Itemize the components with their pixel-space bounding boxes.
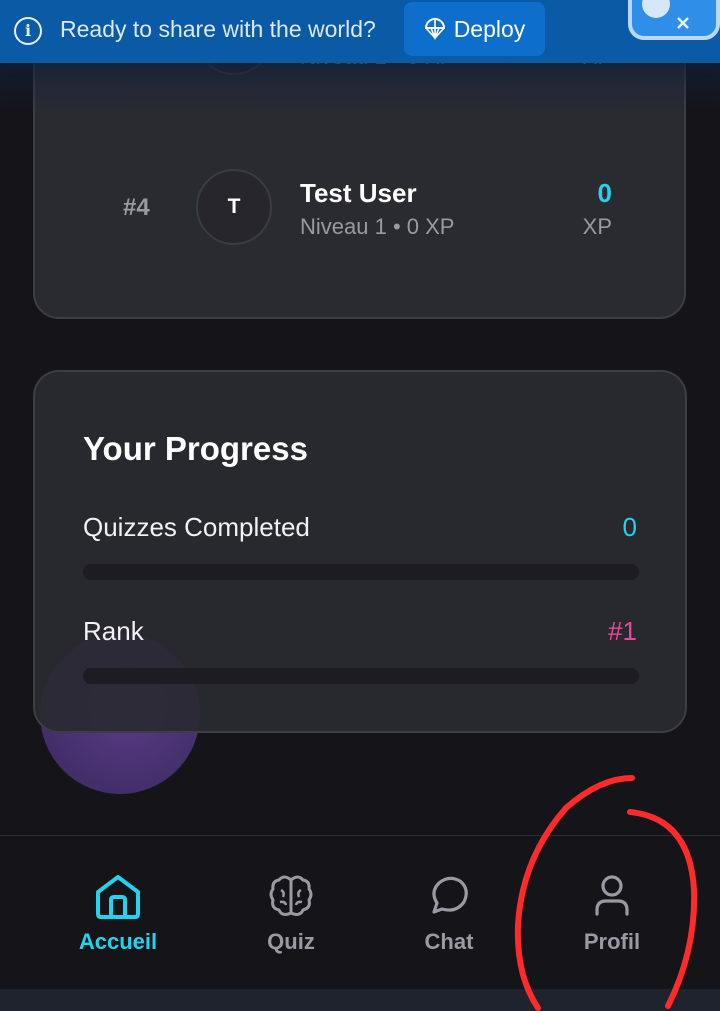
user-icon bbox=[595, 875, 629, 916]
deploy-label: Deploy bbox=[453, 15, 526, 42]
system-navigation-bar bbox=[0, 989, 720, 1011]
progress-card: Your Progress Quizzes Completed 0 Rank #… bbox=[33, 370, 687, 733]
bottom-navigation: Accueil Quiz Chat Profil bbox=[0, 835, 720, 990]
chat-bubble-icon bbox=[432, 876, 468, 914]
nav-item-accueil[interactable]: Accueil bbox=[48, 836, 188, 990]
progress-title: Your Progress bbox=[83, 430, 308, 467]
quizzes-progress-bar bbox=[83, 564, 639, 580]
xp-label: XP bbox=[582, 214, 612, 239]
rank-value: #1 bbox=[608, 616, 637, 646]
deploy-button[interactable]: Deploy bbox=[404, 2, 545, 56]
nav-item-profil[interactable]: Profil bbox=[542, 836, 682, 990]
xp-value: 0 bbox=[597, 178, 612, 208]
nav-item-quiz[interactable]: Quiz bbox=[221, 836, 361, 990]
home-icon bbox=[96, 875, 140, 919]
parachute-icon bbox=[424, 18, 445, 41]
rank-label: Rank bbox=[83, 616, 144, 646]
rank-number: #4 bbox=[123, 194, 150, 221]
nav-label: Profil bbox=[583, 929, 641, 954]
avatar: T bbox=[196, 169, 272, 245]
banner-message: Ready to share with the world? bbox=[60, 16, 376, 42]
nav-label: Chat bbox=[424, 929, 474, 954]
rank-progress-bar bbox=[83, 668, 639, 684]
leaderboard-row[interactable]: #4 T Test User Niveau 1 • 0 XP 0 XP bbox=[35, 168, 684, 248]
nav-item-chat[interactable]: Chat bbox=[379, 836, 519, 990]
user-name: Test User bbox=[300, 178, 417, 208]
quizzes-completed-value: 0 bbox=[622, 512, 637, 542]
user-level: Niveau 1 • 0 XP bbox=[300, 214, 455, 239]
nav-label: Quiz bbox=[267, 929, 315, 954]
quizzes-completed-label: Quizzes Completed bbox=[83, 512, 310, 542]
nav-label: Accueil bbox=[78, 929, 158, 954]
brain-icon bbox=[269, 875, 313, 916]
info-icon: i bbox=[14, 17, 42, 45]
deploy-banner: i Ready to share with the world? Deploy bbox=[0, 0, 720, 63]
app-launcher-icon[interactable] bbox=[628, 0, 720, 40]
